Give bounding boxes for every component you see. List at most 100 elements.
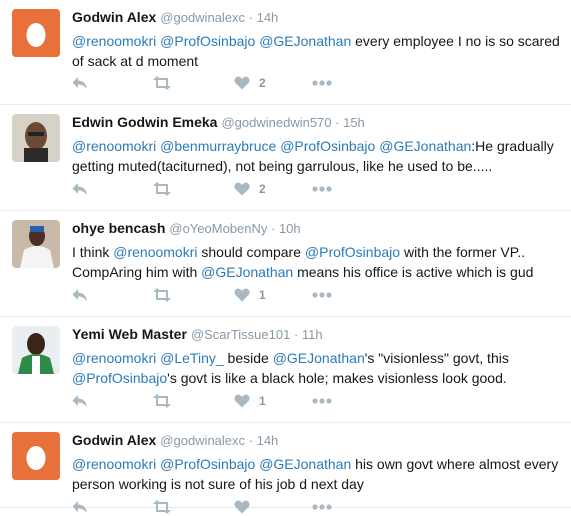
reply-button[interactable] [72,392,88,410]
separator-dot: · [245,433,257,448]
tweet-text: @renoomokri @LeTiny_ beside @GEJonathan'… [72,348,565,388]
mention-link[interactable]: @GEJonathan [273,350,365,366]
text-segment: I think [72,244,114,260]
mention-link[interactable]: @GEJonathan [379,138,471,154]
separator-dot: · [290,327,302,342]
mention-link[interactable]: @GEJonathan [201,264,293,280]
retweet-button[interactable] [152,392,172,410]
retweet-button[interactable] [152,498,172,516]
retweet-icon [152,394,172,408]
more-button[interactable] [312,74,332,92]
user-name[interactable]: Edwin Godwin Emeka [72,114,217,130]
reply-button[interactable] [72,286,88,304]
separator-dot: · [245,10,257,25]
avatar[interactable] [12,9,60,57]
timestamp[interactable]: 11h [302,327,323,342]
reply-button[interactable] [72,74,88,92]
more-dots-icon [312,504,332,510]
user-handle[interactable]: @oYeoMobenNy [169,221,267,236]
like-count: 1 [259,288,266,302]
mention-link[interactable]: @ProfOsinbajo [280,138,375,154]
more-button[interactable] [312,180,332,198]
reply-icon [72,500,88,514]
retweet-button[interactable] [152,74,172,92]
tweet[interactable]: Godwin Alex @godwinalexc · 14h @renoomokri… [0,0,571,105]
reply-icon [72,76,88,90]
retweet-icon [152,182,172,196]
heart-icon [234,500,250,514]
mention-link[interactable]: @GEJonathan [259,33,351,49]
heart-icon [234,394,250,408]
text-segment: should compare [197,244,305,260]
retweet-icon [152,288,172,302]
timestamp[interactable]: 10h [279,221,301,236]
like-button[interactable]: 2 [234,180,266,198]
mention-link[interactable]: @ProfOsinbajo [160,456,255,472]
mention-link[interactable]: @ProfOsinbajo [160,33,255,49]
mention-link[interactable]: @renoomokri [72,33,156,49]
like-count: 2 [259,76,266,90]
more-button[interactable] [312,392,332,410]
mention-link[interactable]: @renoomokri [72,138,156,154]
timestamp[interactable]: 15h [343,115,365,130]
avatar[interactable] [12,326,60,374]
reply-icon [72,394,88,408]
like-button[interactable]: 1 [234,286,266,304]
heart-icon [234,288,250,302]
tweet[interactable]: Godwin Alex @godwinalexc · 14h @renoomokri… [0,423,571,514]
user-handle[interactable]: @godwinedwin570 [221,115,331,130]
retweet-button[interactable] [152,286,172,304]
mention-link[interactable]: @LeTiny_ [160,350,224,366]
tweet[interactable]: Edwin Godwin Emeka @godwinedwin570 · 15h @… [0,105,571,211]
text-segment: means his office is active which is gud [293,264,534,280]
user-handle[interactable]: @godwinalexc [160,10,245,25]
avatar[interactable] [12,114,60,162]
mention-link[interactable]: @renoomokri [72,350,156,366]
retweet-icon [152,500,172,514]
more-dots-icon [312,398,332,404]
more-button[interactable] [312,286,332,304]
user-handle[interactable]: @ScarTissue101 [191,327,290,342]
tweet[interactable]: Yemi Web Master @ScarTissue101 · 11h @reno… [0,317,571,423]
more-dots-icon [312,186,332,192]
heart-icon [234,182,250,196]
reply-icon [72,288,88,302]
more-dots-icon [312,80,332,86]
avatar[interactable] [12,220,60,268]
timestamp[interactable]: 14h [257,433,279,448]
like-count: 1 [259,394,266,408]
mention-link[interactable]: @renoomokri [72,456,156,472]
mention-link[interactable]: @benmurraybruce [160,138,276,154]
mention-link[interactable]: @renoomokri [113,244,197,260]
like-count: 2 [259,182,266,196]
like-button[interactable]: 1 [234,392,266,410]
reply-icon [72,182,88,196]
timestamp[interactable]: 14h [257,10,279,25]
separator-dot: · [331,115,344,130]
avatar[interactable] [12,432,60,480]
mention-link[interactable]: @GEJonathan [259,456,351,472]
separator-dot: · [267,221,279,236]
reply-button[interactable] [72,180,88,198]
tweet[interactable]: ohye bencash @oYeoMobenNy · 10h I think @r… [0,211,571,317]
user-name[interactable]: Godwin Alex [72,9,156,25]
user-name[interactable]: ohye bencash [72,220,165,236]
text-segment: beside [223,350,273,366]
like-button[interactable] [234,498,259,516]
reply-button[interactable] [72,498,88,516]
more-dots-icon [312,292,332,298]
text-segment: 's "visionless" govt, this [364,350,509,366]
retweet-icon [152,76,172,90]
user-name[interactable]: Yemi Web Master [72,326,187,342]
tweet-text: @renoomokri @benmurraybruce @ProfOsinbaj… [72,136,565,176]
tweet-text: @renoomokri @ProfOsinbajo @GEJonathan hi… [72,454,565,494]
user-name[interactable]: Godwin Alex [72,432,156,448]
user-handle[interactable]: @godwinalexc [160,433,245,448]
text-segment: 's govt is like a black hole; makes visi… [167,370,507,386]
more-button[interactable] [312,498,332,516]
mention-link[interactable]: @ProfOsinbajo [72,370,167,386]
heart-icon [234,76,250,90]
mention-link[interactable]: @ProfOsinbajo [305,244,400,260]
retweet-button[interactable] [152,180,172,198]
like-button[interactable]: 2 [234,74,266,92]
